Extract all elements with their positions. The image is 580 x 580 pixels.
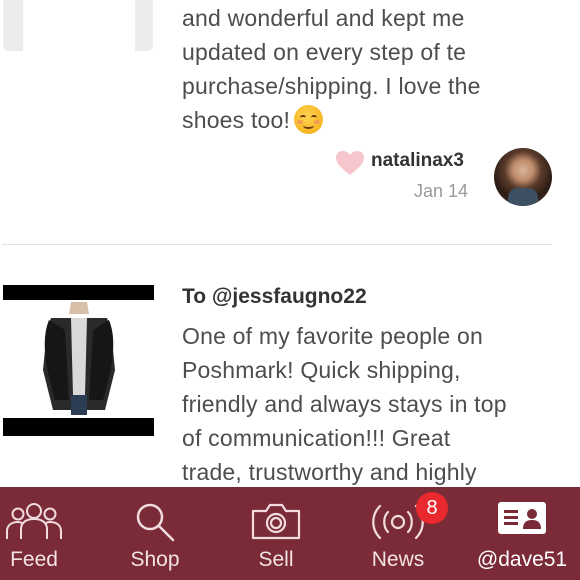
- tab-label: News: [371, 548, 425, 571]
- review-line: purchase/shipping. I love the: [182, 73, 481, 99]
- review-text: and wonderful and kept me updated on eve…: [182, 1, 542, 137]
- smile-emoji-icon: [294, 105, 324, 134]
- profile-card-icon: [498, 502, 546, 534]
- fur-vest-image: [43, 302, 115, 415]
- bottom-tab-bar: Feed Shop Sell News @dave51: [0, 487, 580, 580]
- review-feed[interactable]: and wonderful and kept me updated on eve…: [0, 0, 580, 487]
- camera-icon: [251, 503, 301, 540]
- tab-profile[interactable]: @dave51: [472, 487, 572, 580]
- review-line: of communication!!! Great: [182, 425, 451, 451]
- review-text: One of my favorite people on Poshmark! Q…: [182, 319, 554, 487]
- tab-sell[interactable]: Sell: [243, 487, 309, 580]
- search-icon: [136, 503, 175, 542]
- tab-shop[interactable]: Shop: [122, 487, 188, 580]
- tab-feed[interactable]: Feed: [0, 487, 68, 580]
- review-line: shoes too!: [182, 107, 291, 133]
- listing-thumbnail[interactable]: [3, 0, 153, 51]
- review-line: friendly and always stays in top: [182, 391, 507, 417]
- news-count-badge: 8: [416, 492, 448, 524]
- author-avatar[interactable]: [494, 148, 552, 206]
- tab-label: Shop: [130, 548, 180, 571]
- divider: [2, 244, 552, 245]
- review-line: updated on every step of te: [182, 39, 467, 65]
- review-line: trade, trustworthy and highly: [182, 459, 477, 485]
- tab-label: Feed: [10, 548, 58, 571]
- review-line: One of my favorite people on: [182, 323, 483, 349]
- feed-people-icon: [6, 503, 62, 539]
- tab-label: Sell: [258, 548, 294, 571]
- review-date: Jan 14: [414, 181, 469, 201]
- review-line: and wonderful and kept me: [182, 5, 465, 31]
- tab-label: @dave51: [476, 548, 568, 571]
- like-heart-icon[interactable]: [335, 150, 365, 176]
- listing-thumbnail[interactable]: [3, 285, 154, 436]
- review-line: Poshmark! Quick shipping,: [182, 357, 461, 383]
- review-author[interactable]: natalinax3: [371, 150, 464, 172]
- review-recipient[interactable]: To @jessfaugno22: [182, 285, 367, 309]
